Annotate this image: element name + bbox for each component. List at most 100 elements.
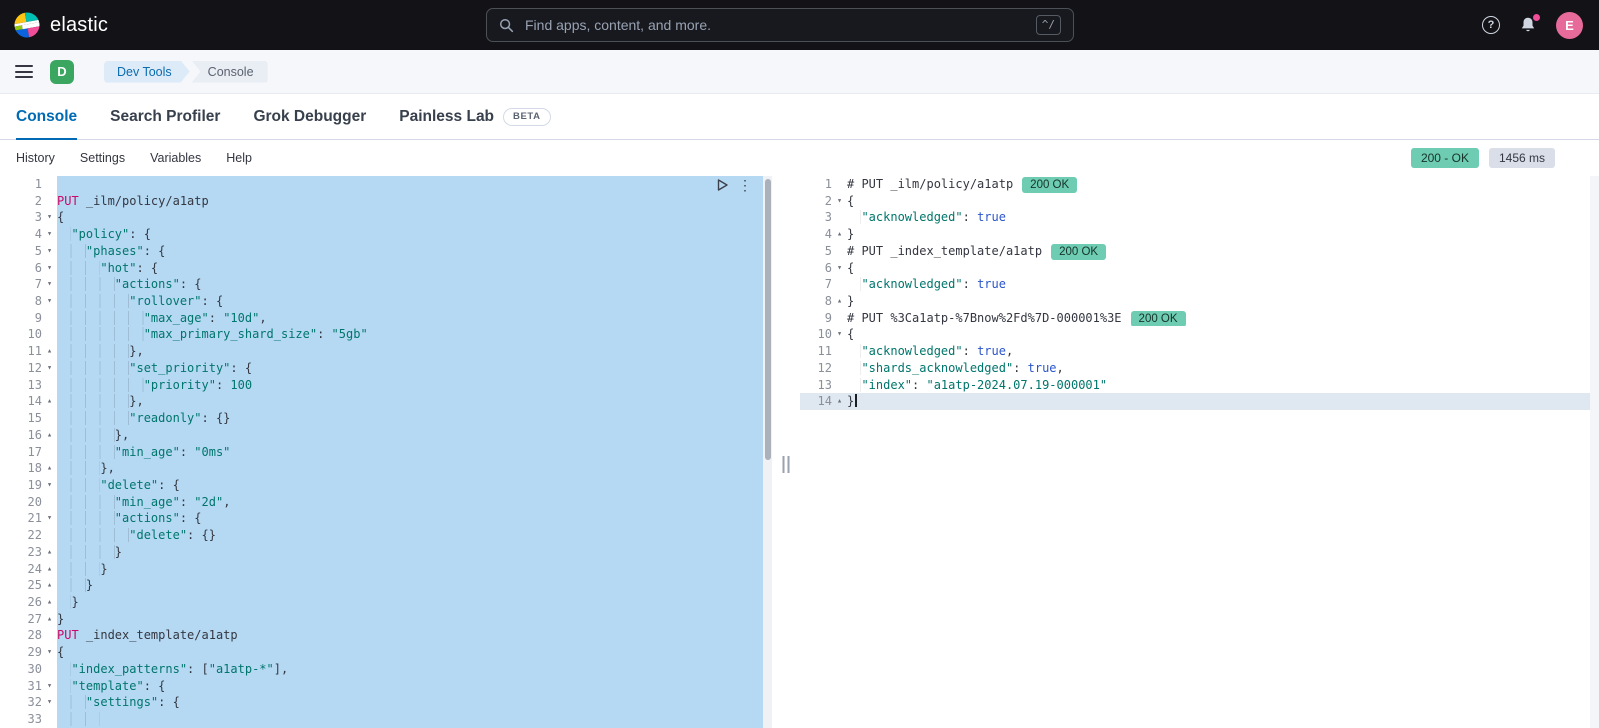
code-text[interactable]: # PUT _ilm/policy/a1atp200 OK [847, 176, 1599, 193]
code-text[interactable]: "settings": { [57, 694, 763, 711]
fold-toggle-icon[interactable]: ▾ [832, 193, 847, 210]
search-input[interactable] [523, 16, 1027, 34]
fold-toggle-icon[interactable]: ▴ [832, 226, 847, 243]
toolbar-variables[interactable]: Variables [150, 151, 201, 165]
output-line[interactable]: 1# PUT _ilm/policy/a1atp200 OK [800, 176, 1599, 193]
editor-line[interactable]: 9 "max_age": "10d", [0, 310, 772, 327]
code-text[interactable]: "delete": {} [57, 527, 763, 544]
tab-console[interactable]: Console [16, 94, 77, 139]
code-text[interactable]: } [847, 293, 1599, 310]
code-text[interactable]: } [847, 226, 1599, 243]
code-text[interactable]: } [57, 544, 763, 561]
editor-line[interactable]: 31▾ "template": { [0, 678, 772, 695]
editor-line[interactable]: 32▾ "settings": { [0, 694, 772, 711]
menu-icon[interactable] [15, 65, 33, 78]
code-text[interactable]: }, [57, 460, 763, 477]
code-text[interactable]: "max_primary_shard_size": "5gb" [57, 326, 763, 343]
tab-painless-lab[interactable]: Painless Lab BETA [399, 94, 550, 139]
code-text[interactable]: "readonly": {} [57, 410, 763, 427]
code-text[interactable]: { [847, 193, 1599, 210]
fold-toggle-icon[interactable]: ▾ [42, 360, 57, 377]
editor-line[interactable]: 2PUT _ilm/policy/a1atp [0, 193, 772, 210]
output-scrollbar[interactable] [1590, 176, 1599, 728]
editor-line[interactable]: 5▾ "phases": { [0, 243, 772, 260]
editor-line[interactable]: 6▾ "hot": { [0, 260, 772, 277]
code-text[interactable]: "policy": { [57, 226, 763, 243]
fold-toggle-icon[interactable]: ▴ [42, 561, 57, 578]
editor-line[interactable]: 13 "priority": 100 [0, 377, 772, 394]
fold-toggle-icon[interactable]: ▾ [42, 644, 57, 661]
fold-toggle-icon[interactable]: ▾ [42, 243, 57, 260]
resize-handle[interactable] [783, 456, 790, 473]
fold-toggle-icon[interactable]: ▾ [42, 678, 57, 695]
fold-toggle-icon[interactable]: ▾ [832, 260, 847, 277]
code-text[interactable]: "set_priority": { [57, 360, 763, 377]
editor-line[interactable]: 24▴ } [0, 561, 772, 578]
output-line[interactable]: 14▴} [800, 393, 1599, 410]
space-avatar[interactable]: D [50, 60, 74, 84]
code-text[interactable] [57, 176, 763, 193]
editor-line[interactable]: 19▾ "delete": { [0, 477, 772, 494]
output-line[interactable]: 3 "acknowledged": true [800, 209, 1599, 226]
editor-line[interactable]: 10 "max_primary_shard_size": "5gb" [0, 326, 772, 343]
editor-line[interactable]: 16▴ }, [0, 427, 772, 444]
editor-line[interactable]: 25▴ } [0, 577, 772, 594]
editor-line[interactable]: 3▾{ [0, 209, 772, 226]
editor-line[interactable]: 11▴ }, [0, 343, 772, 360]
code-text[interactable]: { [847, 260, 1599, 277]
fold-toggle-icon[interactable]: ▾ [42, 276, 57, 293]
editor-line[interactable]: 23▴ } [0, 544, 772, 561]
code-text[interactable]: "acknowledged": true, [847, 343, 1599, 360]
code-text[interactable]: "min_age": "0ms" [57, 444, 763, 461]
code-text[interactable]: }, [57, 427, 763, 444]
fold-toggle-icon[interactable]: ▴ [42, 544, 57, 561]
code-text[interactable]: } [57, 577, 763, 594]
fold-toggle-icon[interactable]: ▴ [42, 611, 57, 628]
editor-scrollbar-thumb[interactable] [765, 179, 771, 460]
fold-toggle-icon[interactable]: ▴ [42, 577, 57, 594]
editor-line[interactable]: 21▾ "actions": { [0, 510, 772, 527]
editor-line[interactable]: 12▾ "set_priority": { [0, 360, 772, 377]
request-editor[interactable]: ⋮ 12PUT _ilm/policy/a1atp3▾{4▾ "policy":… [0, 176, 772, 728]
code-text[interactable]: } [57, 594, 763, 611]
output-line[interactable]: 7 "acknowledged": true [800, 276, 1599, 293]
fold-toggle-icon[interactable]: ▴ [832, 293, 847, 310]
output-line[interactable]: 2▾{ [800, 193, 1599, 210]
code-text[interactable] [57, 711, 763, 728]
fold-toggle-icon[interactable]: ▾ [42, 209, 57, 226]
editor-line[interactable]: 20 "min_age": "2d", [0, 494, 772, 511]
code-text[interactable]: "max_age": "10d", [57, 310, 763, 327]
editor-line[interactable]: 26▴ } [0, 594, 772, 611]
fold-toggle-icon[interactable]: ▴ [42, 460, 57, 477]
editor-line[interactable]: 17 "min_age": "0ms" [0, 444, 772, 461]
tab-grok-debugger[interactable]: Grok Debugger [253, 94, 366, 139]
code-text[interactable]: } [57, 611, 763, 628]
code-text[interactable]: "acknowledged": true [847, 209, 1599, 226]
tab-search-profiler[interactable]: Search Profiler [110, 94, 220, 139]
editor-line[interactable]: 27▴} [0, 611, 772, 628]
code-text[interactable]: }, [57, 343, 763, 360]
code-text[interactable]: "hot": { [57, 260, 763, 277]
editor-scrollbar[interactable] [763, 176, 772, 728]
breadcrumb-dev-tools[interactable]: Dev Tools [104, 61, 190, 83]
kebab-menu-icon[interactable]: ⋮ [738, 177, 752, 193]
code-text[interactable]: "actions": { [57, 510, 763, 527]
user-avatar[interactable]: E [1556, 12, 1583, 39]
fold-toggle-icon[interactable]: ▾ [42, 694, 57, 711]
editor-line[interactable]: 30 "index_patterns": ["a1atp-*"], [0, 661, 772, 678]
code-text[interactable]: # PUT %3Ca1atp-%7Bnow%2Fd%7D-000001%3E20… [847, 310, 1599, 327]
code-text[interactable]: "acknowledged": true [847, 276, 1599, 293]
response-output[interactable]: 1# PUT _ilm/policy/a1atp200 OK2▾{3 "ackn… [800, 176, 1599, 728]
code-text[interactable]: "delete": { [57, 477, 763, 494]
code-text[interactable]: PUT _ilm/policy/a1atp [57, 193, 763, 210]
fold-toggle-icon[interactable]: ▴ [832, 393, 847, 410]
code-text[interactable]: } [847, 393, 1599, 410]
output-line[interactable]: 6▾{ [800, 260, 1599, 277]
code-text[interactable]: "priority": 100 [57, 377, 763, 394]
editor-line[interactable]: 8▾ "rollover": { [0, 293, 772, 310]
code-text[interactable]: "template": { [57, 678, 763, 695]
output-line[interactable]: 8▴} [800, 293, 1599, 310]
output-line[interactable]: 5# PUT _index_template/a1atp200 OK [800, 243, 1599, 260]
breadcrumb-console[interactable]: Console [192, 61, 268, 83]
code-text[interactable]: { [57, 209, 763, 226]
